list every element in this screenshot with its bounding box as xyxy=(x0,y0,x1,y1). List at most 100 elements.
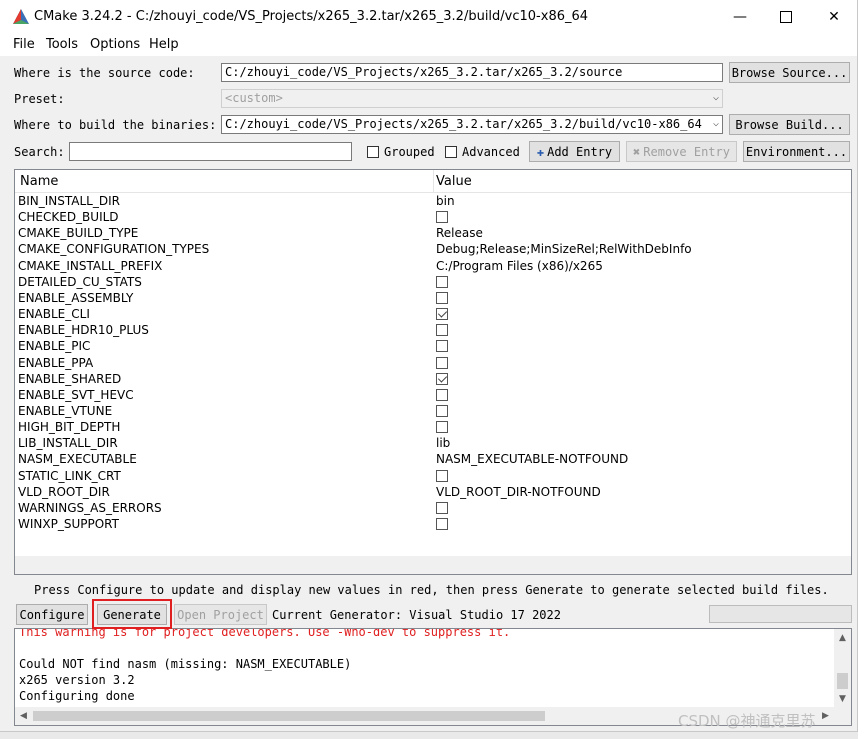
row-value-checkbox[interactable] xyxy=(436,372,448,385)
row-name: ENABLE_ASSEMBLY xyxy=(18,290,134,305)
add-entry-button[interactable]: ✚ Add Entry xyxy=(529,141,620,162)
current-generator-text: Current Generator: Visual Studio 17 2022 xyxy=(272,608,561,622)
row-name: ENABLE_SHARED xyxy=(18,371,122,386)
table-row[interactable]: ENABLE_HDR10_PLUS xyxy=(15,323,851,339)
add-entry-label: Add Entry xyxy=(547,144,613,159)
table-row[interactable]: CHECKED_BUILD xyxy=(15,210,851,226)
search-input[interactable] xyxy=(69,142,352,161)
scroll-right-icon[interactable]: ▶ xyxy=(817,707,834,724)
table-row[interactable]: ENABLE_CLI xyxy=(15,307,851,323)
build-label: Where to build the binaries: xyxy=(14,118,217,132)
generate-highlight xyxy=(92,599,172,629)
row-name: ENABLE_VTUNE xyxy=(18,403,113,418)
menu-file[interactable]: File xyxy=(13,37,35,52)
table-header: Name Value xyxy=(15,170,851,193)
grouped-checkbox[interactable] xyxy=(367,146,379,158)
menu-tools[interactable]: Tools xyxy=(46,37,78,52)
scroll-up-icon[interactable]: ▲ xyxy=(834,629,851,646)
row-name: DETAILED_CU_STATS xyxy=(18,274,142,289)
row-value-checkbox[interactable] xyxy=(436,404,448,417)
cache-table: Name Value BIN_INSTALL_DIR bin CHECKED_BUI… xyxy=(14,169,852,575)
maximize-icon xyxy=(780,11,792,23)
environment-button[interactable]: Environment... xyxy=(743,141,850,162)
table-row[interactable]: DETAILED_CU_STATS xyxy=(15,275,851,291)
table-row[interactable]: ENABLE_SHARED xyxy=(15,372,851,388)
preset-label: Preset: xyxy=(14,92,65,106)
advanced-label: Advanced xyxy=(462,145,520,159)
source-path-input[interactable]: C:/zhouyi_code/VS_Projects/x265_3.2.tar/… xyxy=(221,63,723,82)
table-row[interactable]: VLD_ROOT_DIR VLD_ROOT_DIR-NOTFOUND xyxy=(15,485,851,501)
table-row[interactable]: CMAKE_BUILD_TYPE Release xyxy=(15,226,851,242)
table-row[interactable]: ENABLE_VTUNE xyxy=(15,404,851,420)
chevron-down-icon[interactable]: ⌵ xyxy=(712,118,719,129)
scroll-left-icon[interactable]: ◀ xyxy=(15,707,32,724)
configure-button[interactable]: Configure xyxy=(16,604,88,625)
row-value-checkbox[interactable] xyxy=(436,308,448,321)
row-value[interactable]: VLD_ROOT_DIR-NOTFOUND xyxy=(436,485,601,499)
hint-text: Press Configure to update and display ne… xyxy=(34,583,829,597)
menu-options[interactable]: Options xyxy=(90,37,140,52)
table-row[interactable]: CMAKE_INSTALL_PREFIX C:/Program Files (x8… xyxy=(15,259,851,275)
row-name: HIGH_BIT_DEPTH xyxy=(18,420,121,435)
table-row[interactable]: ENABLE_PIC xyxy=(15,339,851,355)
row-value[interactable]: Debug;Release;MinSizeRel;RelWithDebInfo xyxy=(436,242,692,256)
table-row[interactable]: STATIC_LINK_CRT xyxy=(15,469,851,485)
table-row[interactable]: ENABLE_ASSEMBLY xyxy=(15,291,851,307)
row-value-checkbox[interactable] xyxy=(436,356,448,369)
build-path-combo[interactable]: C:/zhouyi_code/VS_Projects/x265_3.2.tar/… xyxy=(221,115,723,134)
menu-help[interactable]: Help xyxy=(149,37,179,52)
browse-source-button[interactable]: Browse Source... xyxy=(729,62,850,83)
scroll-down-icon[interactable]: ▼ xyxy=(834,690,851,707)
close-button[interactable]: ✕ xyxy=(811,0,857,34)
scroll-thumb[interactable] xyxy=(33,711,545,721)
row-value-checkbox[interactable] xyxy=(436,211,448,224)
table-row[interactable]: ENABLE_SVT_HEVC xyxy=(15,388,851,404)
row-value-checkbox[interactable] xyxy=(436,324,448,337)
row-value-checkbox[interactable] xyxy=(436,291,448,304)
output-vertical-scrollbar[interactable]: ▲ ▼ xyxy=(834,629,851,707)
table-row[interactable]: BIN_INSTALL_DIR bin xyxy=(15,194,851,210)
table-row[interactable]: WINXP_SUPPORT xyxy=(15,517,851,533)
chevron-down-icon: ⌵ xyxy=(712,92,719,103)
row-name: ENABLE_CLI xyxy=(18,307,90,322)
row-value-checkbox[interactable] xyxy=(436,275,448,288)
row-value[interactable]: bin xyxy=(436,194,455,208)
row-value-checkbox[interactable] xyxy=(436,501,448,514)
column-divider[interactable] xyxy=(433,170,434,192)
row-value-checkbox[interactable] xyxy=(436,388,448,401)
preset-select: <custom> ⌵ xyxy=(221,89,723,108)
table-row[interactable]: LIB_INSTALL_DIR lib xyxy=(15,436,851,452)
table-row[interactable]: NASM_EXECUTABLE NASM_EXECUTABLE-NOTFOUND xyxy=(15,452,851,468)
minimize-icon: — xyxy=(733,9,747,25)
maximize-button[interactable] xyxy=(763,0,809,34)
column-header-value[interactable]: Value xyxy=(436,174,472,189)
row-value-checkbox[interactable] xyxy=(436,340,448,353)
row-value[interactable]: Release xyxy=(436,226,483,240)
row-value[interactable]: lib xyxy=(436,436,450,450)
search-label: Search: xyxy=(14,145,65,159)
column-header-name[interactable]: Name xyxy=(20,174,58,189)
browse-build-button[interactable]: Browse Build... xyxy=(729,114,850,135)
row-name: CMAKE_INSTALL_PREFIX xyxy=(18,258,163,273)
row-value[interactable]: NASM_EXECUTABLE-NOTFOUND xyxy=(436,452,628,466)
table-row[interactable]: CMAKE_CONFIGURATION_TYPES Debug;Release;M… xyxy=(15,242,851,258)
row-value[interactable]: C:/Program Files (x86)/x265 xyxy=(436,259,603,273)
table-row[interactable]: HIGH_BIT_DEPTH xyxy=(15,420,851,436)
output-line: Configuring done xyxy=(19,689,135,703)
row-name: CMAKE_CONFIGURATION_TYPES xyxy=(18,242,210,257)
advanced-checkbox[interactable] xyxy=(445,146,457,158)
table-row[interactable]: WARNINGS_AS_ERRORS xyxy=(15,501,851,517)
table-row[interactable]: ENABLE_PPA xyxy=(15,356,851,372)
minimize-button[interactable]: — xyxy=(717,0,763,34)
row-name: ENABLE_PIC xyxy=(18,339,91,354)
row-value-checkbox[interactable] xyxy=(436,469,448,482)
row-name: WARNINGS_AS_ERRORS xyxy=(18,500,162,515)
row-value-checkbox[interactable] xyxy=(436,421,448,434)
source-label: Where is the source code: xyxy=(14,66,195,80)
table-horizontal-scrollbar[interactable] xyxy=(15,556,851,574)
row-name: ENABLE_PPA xyxy=(18,355,94,370)
output-line: x265 version 3.2 xyxy=(19,673,135,687)
scroll-thumb[interactable] xyxy=(837,673,848,689)
row-value-checkbox[interactable] xyxy=(436,518,448,530)
progress-bar xyxy=(709,605,852,623)
